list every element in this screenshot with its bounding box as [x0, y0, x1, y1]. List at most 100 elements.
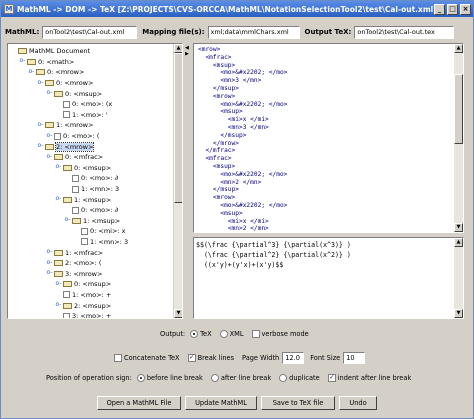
title-bar[interactable]: M MathML -> DOM -> TeX [Z:\PROJECTS\CVS-…	[1, 1, 473, 17]
xml-scroll-down-button[interactable]: ▼	[454, 223, 463, 232]
tree-scrollbar[interactable]: ▲ ▼	[173, 44, 182, 318]
tree-node[interactable]: o- 0: <msup>	[10, 279, 172, 290]
undo-button[interactable]: Undo	[339, 396, 377, 410]
tree-expand-icon[interactable]	[73, 238, 80, 245]
tree-expand-icon[interactable]: o-	[55, 302, 62, 309]
tree-node[interactable]: MathML Document	[10, 46, 172, 57]
close-button[interactable]: ×	[460, 3, 471, 15]
tex-scrollbar[interactable]: ▲ ▼	[454, 238, 463, 318]
tree-node[interactable]: 1: <mn>: 3	[10, 237, 172, 248]
tree-node[interactable]: o- 0: <mrow>	[10, 67, 172, 78]
tree-node[interactable]: o- 0: <math>	[10, 57, 172, 68]
tree-node[interactable]: 1: <mo>: '	[10, 110, 172, 121]
concatenate-checkbox[interactable]	[114, 354, 122, 362]
page-width-input[interactable]: 12.0	[282, 352, 305, 364]
tree-expand-icon[interactable]	[55, 313, 62, 318]
tex-scroll-down-button[interactable]: ▼	[454, 309, 463, 318]
break-lines-checkbox[interactable]: ✓	[187, 354, 196, 362]
tree-expand-icon[interactable]: o-	[28, 68, 35, 76]
file-icon	[72, 185, 79, 193]
pane-splitter[interactable]: ◀ ▶	[184, 43, 192, 319]
mathml-file-field[interactable]: onTool2\test\Cal-out.xml	[42, 25, 138, 39]
tree-expand-icon[interactable]	[55, 291, 62, 298]
tree-expand-icon[interactable]: o-	[55, 196, 62, 203]
tree-expand-icon[interactable]	[10, 48, 17, 55]
verbose-checkbox[interactable]	[251, 330, 260, 338]
tree-expand-icon[interactable]: o-	[46, 270, 53, 277]
tree-node[interactable]: o- 0: <mfrac>	[10, 152, 172, 163]
split-right-arrow-icon[interactable]: ▶	[185, 51, 189, 57]
indent-checkbox[interactable]: ✓	[327, 374, 336, 382]
tree-expand-icon[interactable]: o-	[46, 153, 53, 161]
tree-expand-icon[interactable]: o-	[55, 280, 62, 288]
tree-node[interactable]: 0: <mo>: ∂	[10, 205, 172, 216]
splitter-arrows[interactable]: ◀ ▶	[185, 45, 189, 57]
tree-scroll-thumb[interactable]	[174, 53, 182, 203]
tree-node[interactable]: o- 2: <mrow>	[10, 141, 172, 152]
tree-node[interactable]: o- 3: <mrow>	[10, 268, 172, 279]
tex-scroll-up-button[interactable]: ▲	[454, 238, 463, 247]
tree-expand-icon[interactable]: o-	[46, 259, 53, 267]
tree-expand-icon[interactable]: o-	[37, 79, 44, 87]
tex-radio[interactable]	[190, 330, 199, 338]
font-size-input[interactable]: 10	[343, 352, 366, 364]
before-break-radio[interactable]	[136, 374, 145, 382]
after-break-radio[interactable]	[210, 374, 219, 382]
tree-expand-icon[interactable]: o-	[46, 90, 53, 97]
tree-expand-icon[interactable]: o-	[46, 249, 53, 256]
tree-expand-icon[interactable]: o-	[55, 164, 62, 171]
mapping-file-field[interactable]: xml;data\mmlChars.xml	[207, 25, 300, 39]
output-format-row: Output: TeX XML verbose mode	[160, 330, 317, 338]
xml-source-pane[interactable]: <mrow> <mfrac> <msup> <mo>&#x2202; </mo>…	[193, 43, 464, 233]
tree-node[interactable]: 1: <mo>: +	[10, 290, 172, 301]
tree-node[interactable]: o- 0: <mrow>	[10, 78, 172, 89]
tree-expand-icon[interactable]	[55, 101, 62, 108]
tree-node[interactable]: o- 1: <mrow>	[10, 120, 172, 131]
page-width-label: Page Width	[242, 354, 280, 362]
tree-node[interactable]: o- 2: <mo>: (	[10, 258, 172, 269]
tree-expand-icon[interactable]: o-	[37, 143, 44, 150]
tree-node[interactable]: o- 1: <msup>	[10, 194, 172, 205]
minimize-button[interactable]: _	[434, 3, 445, 15]
tree-expand-icon[interactable]	[64, 175, 71, 182]
tree-node-label: 1: <mn>: 3	[81, 185, 120, 194]
tree-node[interactable]: o- 1: <mfrac>	[10, 247, 172, 258]
tree-node-label: 0: <mo>: ∂	[81, 206, 119, 215]
tree-node[interactable]: o- 1: <msup>	[10, 216, 172, 227]
tree-node[interactable]: o- 0: <msup>	[10, 163, 172, 174]
tree-expand-icon[interactable]	[55, 111, 62, 118]
duplicate-radio[interactable]	[279, 374, 288, 382]
save-tex-button[interactable]: Save to TeX file	[261, 396, 335, 410]
tree-expand-icon[interactable]	[64, 186, 71, 193]
xml-scroll-up-button[interactable]: ▲	[454, 44, 463, 53]
tree-scroll-up-button[interactable]: ▲	[174, 44, 182, 53]
xml-scrollbar[interactable]: ▲ ▼	[454, 44, 463, 232]
tree-expand-icon[interactable]: o-	[37, 121, 44, 129]
tree-scroll-down-button[interactable]: ▼	[174, 309, 182, 318]
update-mathml-button[interactable]: Update MathML	[185, 396, 257, 410]
tree-expand-icon[interactable]	[64, 207, 71, 214]
open-mathml-button[interactable]: Open a MathML File	[97, 396, 181, 410]
tree-node[interactable]: 0: <mo>: ∂	[10, 173, 172, 184]
xml-radio[interactable]	[219, 330, 228, 338]
output-tex-field[interactable]: onTool2\test\Cal-out.tex	[354, 25, 455, 39]
tree-node-label: 1: <mo>: '	[72, 110, 108, 119]
dom-tree-pane[interactable]: MathML Document o- 0: <math> o- 0: <mrow> o- 0…	[7, 43, 183, 319]
xml-line: <mrow>	[198, 194, 236, 202]
tree-expand-icon[interactable]	[73, 228, 80, 235]
tex-output-pane[interactable]: $$(\frac {\partial^3} {\partial(x^3)} ) …	[193, 237, 464, 319]
tree-node[interactable]: o- 2: <msup>	[10, 300, 172, 311]
tree-node[interactable]: 0: <mi>: x	[10, 226, 172, 237]
tree-node[interactable]: 1: <mn>: 3	[10, 184, 172, 195]
folder-icon	[45, 122, 54, 129]
tree-expand-icon[interactable]: o-	[46, 132, 53, 140]
tree-expand-icon[interactable]: o-	[64, 217, 71, 224]
tree-node[interactable]: 0: <mo>: (x	[10, 99, 172, 110]
tree-node[interactable]: o- 0: <mo>: (	[10, 131, 172, 142]
xml-scroll-thumb[interactable]	[454, 74, 463, 144]
tree-node[interactable]: o- 0: <msup>	[10, 88, 172, 99]
before-break-label: before line break	[146, 374, 203, 382]
maximize-button[interactable]: □	[447, 3, 458, 15]
tree-expand-icon[interactable]: o-	[19, 58, 26, 65]
tree-node[interactable]: 3: <mo>: +	[10, 311, 172, 318]
